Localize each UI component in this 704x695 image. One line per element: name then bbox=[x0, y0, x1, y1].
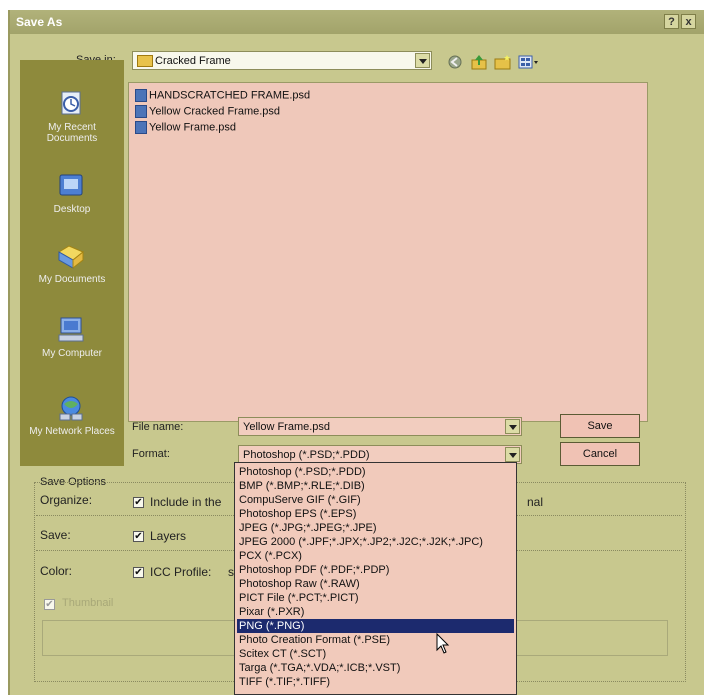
network-places-icon bbox=[59, 396, 83, 421]
place-my-computer[interactable]: My Computer bbox=[20, 316, 124, 386]
format-option[interactable]: Scitex CT (*.SCT) bbox=[237, 647, 514, 661]
format-option[interactable]: Photoshop (*.PSD;*.PDD) bbox=[237, 465, 514, 479]
dialog-title: Save As bbox=[16, 15, 63, 29]
close-button[interactable]: x bbox=[681, 14, 696, 29]
place-my-network-places[interactable]: My Network Places bbox=[20, 394, 124, 464]
mouse-cursor-icon bbox=[436, 633, 450, 654]
recent-documents-icon bbox=[61, 91, 81, 115]
format-option[interactable]: CompuServe GIF (*.GIF) bbox=[237, 493, 514, 507]
psd-file-icon bbox=[135, 105, 147, 118]
thumbnail-checkbox[interactable]: ✔ bbox=[44, 599, 55, 610]
help-button[interactable]: ? bbox=[664, 14, 679, 29]
place-label: Desktop bbox=[53, 204, 91, 215]
format-option[interactable]: Targa (*.TGA;*.VDA;*.ICB;*.VST) bbox=[237, 661, 514, 675]
file-name-input[interactable]: Yellow Frame.psd bbox=[238, 417, 522, 436]
psd-file-icon bbox=[135, 121, 147, 134]
color-label: Color: bbox=[40, 564, 73, 578]
chevron-down-icon[interactable] bbox=[505, 419, 520, 434]
format-option[interactable]: JPEG (*.JPG;*.JPEG;*.JPE) bbox=[237, 521, 514, 535]
format-option[interactable]: TIFF (*.TIF;*.TIFF) bbox=[237, 675, 514, 689]
format-label: Format: bbox=[132, 448, 170, 460]
folder-icon bbox=[137, 55, 153, 67]
place-desktop[interactable]: Desktop bbox=[20, 172, 124, 242]
icc-option-label: ICC Profile: bbox=[150, 565, 212, 579]
format-option[interactable]: Photoshop EPS (*.EPS) bbox=[237, 507, 514, 521]
include-option-label: Include in the bbox=[150, 495, 222, 509]
save-button[interactable]: Save bbox=[560, 414, 640, 438]
format-option[interactable]: BMP (*.BMP;*.RLE;*.DIB) bbox=[237, 479, 514, 493]
thumbnail-option-label: Thumbnail bbox=[62, 597, 114, 609]
file-name: HANDSCRATCHED FRAME.psd bbox=[149, 89, 311, 102]
file-name: Yellow Frame.psd bbox=[149, 121, 237, 134]
icc-profile-checkbox[interactable]: ✔ bbox=[133, 567, 144, 578]
file-name-value: Yellow Frame.psd bbox=[243, 421, 331, 433]
place-my-recent-documents[interactable]: My Recent Documents bbox=[20, 90, 124, 160]
include-checkbox[interactable]: ✔ bbox=[133, 497, 144, 508]
layers-checkbox[interactable]: ✔ bbox=[133, 531, 144, 542]
chevron-down-icon[interactable] bbox=[415, 53, 430, 68]
layers-option-label: Layers bbox=[150, 529, 187, 543]
desktop-icon bbox=[59, 174, 83, 196]
format-option[interactable]: PCX (*.PCX) bbox=[237, 549, 514, 563]
back-icon[interactable] bbox=[446, 54, 464, 70]
file-name-label: File name: bbox=[132, 421, 184, 433]
organize-label: Organize: bbox=[40, 493, 93, 507]
place-label: My Computer bbox=[41, 348, 102, 359]
new-folder-icon[interactable] bbox=[494, 54, 512, 70]
cancel-button[interactable]: Cancel bbox=[560, 442, 640, 466]
format-option[interactable]: Photoshop PDF (*.PDF;*.PDP) bbox=[237, 563, 514, 577]
places-bar: My Recent Documents Desktop My Documents bbox=[20, 60, 124, 466]
up-folder-icon[interactable] bbox=[470, 54, 488, 70]
format-value: Photoshop (*.PSD;*.PDD) bbox=[243, 449, 370, 461]
chevron-down-icon[interactable] bbox=[505, 447, 520, 462]
format-option[interactable]: Photoshop Raw (*.RAW) bbox=[237, 577, 514, 591]
list-item[interactable]: HANDSCRATCHED FRAME.psd bbox=[135, 89, 310, 103]
save-in-value: Cracked Frame bbox=[155, 55, 231, 67]
format-option-selected[interactable]: PNG (*.PNG) bbox=[237, 619, 514, 633]
my-computer-icon bbox=[58, 317, 84, 342]
format-dropdown-list[interactable]: Photoshop (*.PSD;*.PDD) BMP (*.BMP;*.RLE… bbox=[234, 462, 517, 695]
format-option[interactable]: Pixar (*.PXR) bbox=[237, 605, 514, 619]
psd-file-icon bbox=[135, 89, 147, 102]
format-option[interactable]: PICT File (*.PCT;*.PICT) bbox=[237, 591, 514, 605]
format-option[interactable]: Photo Creation Format (*.PSE) bbox=[237, 633, 514, 647]
my-documents-icon bbox=[58, 245, 84, 270]
list-item[interactable]: Yellow Cracked Frame.psd bbox=[135, 105, 280, 119]
place-label: My Network Places bbox=[29, 426, 115, 437]
title-bar[interactable]: Save As ? x bbox=[10, 10, 704, 34]
place-label: My Recent Documents bbox=[46, 122, 98, 144]
save-label: Save: bbox=[40, 528, 71, 542]
view-menu-icon[interactable] bbox=[518, 54, 540, 70]
place-my-documents[interactable]: My Documents bbox=[20, 242, 124, 312]
save-in-select[interactable]: Cracked Frame bbox=[132, 51, 432, 70]
list-item[interactable]: Yellow Frame.psd bbox=[135, 121, 236, 135]
file-name: Yellow Cracked Frame.psd bbox=[149, 105, 281, 118]
file-list[interactable]: HANDSCRATCHED FRAME.psd Yellow Cracked F… bbox=[128, 82, 648, 422]
place-label: My Documents bbox=[38, 274, 106, 285]
include-option-tail: nal bbox=[527, 495, 544, 509]
format-option[interactable]: JPEG 2000 (*.JPF;*.JPX;*.JP2;*.J2C;*.J2K… bbox=[237, 535, 514, 549]
